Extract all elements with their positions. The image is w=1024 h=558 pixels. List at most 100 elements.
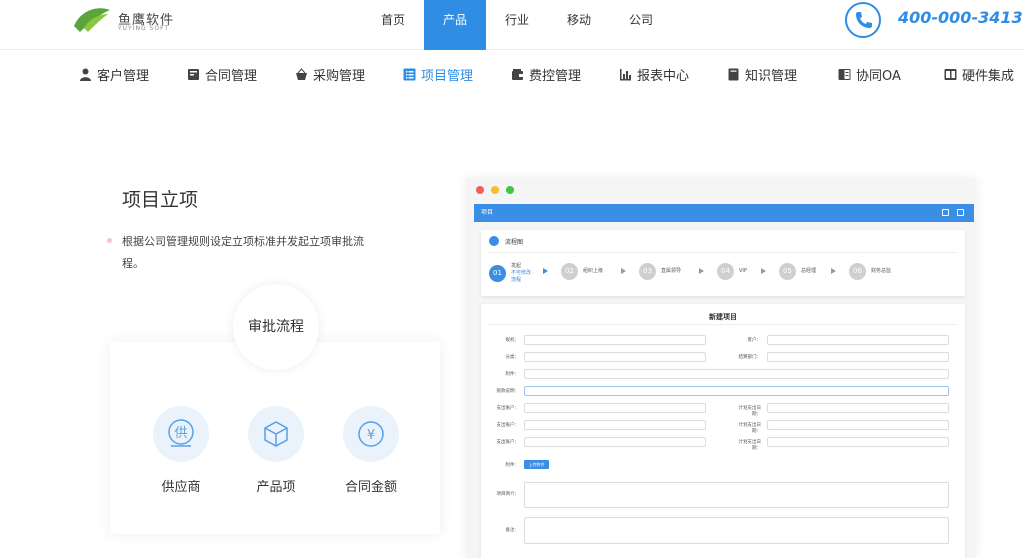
basket-icon	[296, 67, 307, 80]
subnav-customer[interactable]: 客户管理	[79, 64, 149, 84]
step-number: 03	[639, 263, 656, 280]
step-label: 直属领导	[661, 268, 682, 274]
form-input[interactable]	[524, 335, 706, 345]
step-label: 财务总监	[871, 268, 892, 274]
maximize-dot-icon	[506, 186, 514, 194]
logo[interactable]: 鱼鹰软件 YUYING SOFT	[72, 6, 192, 36]
phone-number: 400-000-3413	[898, 8, 1023, 27]
form-input[interactable]	[524, 420, 706, 430]
wallet-icon	[512, 68, 523, 80]
feature-label: 产品项	[256, 480, 296, 495]
app-bar-title: 项目	[481, 209, 494, 216]
app-screenshot: 项目 流程图 01 发起 不可修改 流程 02 组织上级 03 直属领导 04 VIP 0…	[466, 178, 976, 558]
step-number: 04	[717, 263, 734, 280]
flow-step: 05 总经理	[779, 263, 816, 280]
flow-step: 06 财务总监	[849, 263, 891, 280]
flow-chart-icon	[489, 236, 499, 246]
form-input[interactable]	[524, 352, 706, 362]
window-controls	[476, 186, 514, 194]
step-arrow-icon	[699, 268, 704, 274]
section-description: 根据公司管理规则设定立项标准并发起立项审批流程。	[122, 235, 364, 270]
form-input[interactable]	[767, 352, 949, 362]
step-number: 05	[779, 263, 796, 280]
subnav-label: 合同管理	[205, 68, 258, 84]
form-input[interactable]	[524, 369, 949, 379]
phone-icon	[845, 2, 881, 38]
step-arrow-icon	[761, 268, 766, 274]
field-label: 备注：	[505, 528, 520, 533]
step-number: 02	[561, 263, 578, 280]
step-label: 组织上级	[583, 268, 604, 274]
field-label: 支出账户：	[496, 440, 520, 445]
form-textarea[interactable]	[524, 517, 949, 544]
form-input[interactable]	[767, 403, 949, 413]
field-label: 客户：	[747, 338, 762, 343]
field-label: 分类：	[505, 355, 520, 360]
step-label: 总经理	[801, 268, 817, 274]
subnav-contract[interactable]: 合同管理	[187, 64, 257, 84]
flow-step: 02 组织上级	[561, 263, 603, 280]
field-label: 计划支出日期：	[738, 440, 762, 451]
subnav-label: 协同OA	[856, 68, 901, 84]
flow-title: 流程图	[489, 236, 523, 246]
subnav-label: 客户管理	[97, 68, 150, 84]
flow-step: 03 直属领导	[639, 263, 681, 280]
flow-step: 04 VIP	[717, 263, 747, 280]
form-input[interactable]	[767, 437, 949, 447]
field-label: 限款说明：	[496, 389, 520, 394]
subnav-reports[interactable]: 报表中心	[619, 64, 689, 84]
approval-flow-badge: 审批流程	[233, 284, 319, 370]
chart-icon	[620, 68, 631, 80]
subnav-label: 报表中心	[637, 68, 690, 84]
close-dot-icon	[476, 186, 484, 194]
form-input[interactable]	[767, 335, 949, 345]
field-label: 项目简介：	[496, 492, 520, 497]
nav-home[interactable]: 首页	[362, 0, 424, 50]
step-number: 06	[849, 263, 866, 280]
supplier-icon: 供	[153, 406, 209, 462]
subnav-project[interactable]: 项目管理	[403, 64, 473, 84]
nav-company[interactable]: 公司	[610, 0, 672, 50]
app-bar: 项目	[474, 204, 974, 222]
step-arrow-icon	[831, 268, 836, 274]
form-input[interactable]	[767, 420, 949, 430]
person-icon	[80, 68, 91, 81]
subnav-label: 项目管理	[421, 68, 474, 84]
nav-mobile[interactable]: 移动	[548, 0, 610, 50]
subnav-label: 知识管理	[745, 68, 798, 84]
flow-panel: 流程图 01 发起 不可修改 流程 02 组织上级 03 直属领导 04 VIP 05 总经…	[481, 230, 965, 296]
book-icon	[728, 68, 739, 80]
step-sub: 流程	[511, 277, 522, 283]
app-bar-print-icon	[957, 209, 964, 216]
nav-industry[interactable]: 行业	[486, 0, 548, 50]
step-arrow-icon	[543, 268, 548, 274]
form-input[interactable]	[524, 437, 706, 447]
subnav-label: 硬件集成	[962, 68, 1015, 84]
step-arrow-icon	[621, 268, 626, 274]
field-label: 结算部门：	[738, 355, 762, 360]
main-nav: 首页 产品 行业 移动 公司	[362, 0, 672, 50]
form-textarea[interactable]	[524, 482, 949, 508]
section-title: 项目立项	[122, 189, 199, 211]
subnav-purchase[interactable]: 采购管理	[295, 64, 365, 84]
form-input[interactable]	[524, 386, 949, 396]
step-number: 01	[489, 265, 506, 282]
flow-step: 01 发起 不可修改 流程	[489, 263, 531, 284]
subnav-knowledge[interactable]: 知识管理	[727, 64, 797, 84]
subnav-label: 采购管理	[313, 68, 366, 84]
field-label: 附件：	[505, 463, 520, 468]
field-label: 规机：	[505, 338, 520, 343]
logo-leaf-icon	[74, 8, 110, 32]
subnav-oa[interactable]: 协同OA	[838, 64, 901, 84]
step-label: VIP	[739, 268, 747, 274]
subnav-expense[interactable]: 费控管理	[511, 64, 581, 84]
subnav-hardware[interactable]: 硬件集成	[944, 64, 1014, 84]
nav-products[interactable]: 产品	[424, 0, 486, 50]
amount-icon-glyph: ¥	[367, 428, 375, 443]
feature-label: 合同金额	[344, 480, 397, 495]
form-input[interactable]	[524, 403, 706, 413]
supplier-icon-glyph: 供	[174, 426, 187, 441]
field-label: 支出账户：	[496, 406, 520, 411]
bullet-dot	[107, 238, 112, 243]
upload-button[interactable]: 上传附件	[524, 460, 549, 469]
